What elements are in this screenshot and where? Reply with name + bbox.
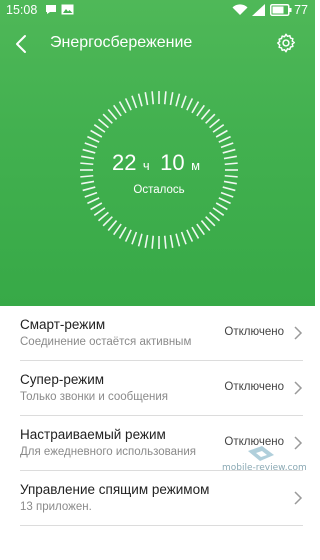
gauge-tick: [169, 92, 174, 106]
gauge-tick: [218, 135, 231, 143]
gauge-tick: [169, 234, 174, 248]
hours-unit: ч: [142, 158, 150, 173]
gauge-tick: [107, 108, 118, 120]
gauge-tick: [180, 231, 187, 245]
sleep-management-item[interactable]: Управление спящим режимом 13 приложен.: [20, 471, 303, 526]
gauge-tick: [215, 202, 228, 211]
mode-description: Для ежедневного использования: [20, 446, 197, 458]
gauge-tick: [124, 229, 132, 242]
wifi-icon: [232, 4, 248, 16]
gauge-tick: [113, 104, 122, 117]
hours-value: 22: [111, 150, 137, 175]
status-bar: 15:08 77: [0, 0, 315, 22]
gauge-tick: [205, 216, 216, 227]
gear-icon[interactable]: [275, 32, 297, 54]
mode-label: Настраиваемый режим: [20, 427, 166, 442]
remaining-caption: Осталось: [133, 184, 185, 196]
gauge-tick: [180, 95, 187, 109]
app-bar: Энергосбережение: [0, 22, 315, 66]
chevron-right-icon: [294, 326, 303, 340]
minutes-unit: м: [191, 158, 201, 173]
gauge-tick: [215, 129, 228, 138]
mode-status: Отключено: [224, 326, 284, 338]
gauge-tick: [87, 197, 100, 205]
gauge-tick: [212, 124, 225, 133]
mode-label: Управление спящим режимом: [20, 482, 210, 497]
minutes-value: 10: [160, 150, 185, 175]
gauge-tick: [144, 92, 149, 106]
gauge-tick: [196, 104, 205, 117]
chevron-right-icon: [294, 381, 303, 395]
gauge-tick: [93, 124, 106, 133]
gauge-tick: [124, 98, 132, 111]
gauge-tick: [175, 233, 181, 247]
gauge-tick: [186, 98, 194, 111]
mode-label: Смарт-режим: [20, 317, 106, 332]
gauge-tick: [186, 229, 194, 242]
gauge-tick: [93, 207, 106, 216]
gauge-tick: [163, 91, 167, 105]
gauge-tick: [212, 207, 225, 216]
image-icon: [61, 4, 74, 15]
chat-bubble-icon: [46, 5, 56, 14]
mode-label: Супер-режим: [20, 372, 105, 387]
gauge-tick: [175, 93, 181, 107]
gauge-tick: [118, 226, 127, 239]
chevron-right-icon: [294, 491, 303, 505]
gauge-tick: [220, 142, 234, 149]
watermark-text: mobile-review.com: [222, 463, 307, 473]
page-title: Энергосбережение: [50, 34, 193, 51]
gauge-tick: [131, 95, 138, 109]
gauge-tick: [151, 91, 155, 105]
battery-percent: 77: [294, 3, 308, 17]
gauge-tick: [137, 93, 143, 107]
gauge-tick: [191, 226, 200, 239]
gauge-tick: [209, 118, 221, 129]
gauge-tick: [102, 216, 113, 227]
gauge-tick: [209, 211, 221, 222]
super-mode-item[interactable]: Супер-режим Только звонки и сообщения От…: [20, 361, 303, 416]
signal-icon: [252, 4, 265, 16]
gauge-tick: [191, 101, 200, 114]
back-arrow-icon[interactable]: [10, 32, 34, 56]
gauge-tick: [196, 223, 205, 236]
mode-status: Отключено: [224, 381, 284, 393]
mode-description: 13 приложен.: [20, 501, 92, 513]
status-time: 15:08: [6, 3, 38, 17]
gauge-tick: [137, 233, 143, 247]
gauge-tick: [200, 108, 211, 120]
gauge-tick: [102, 113, 113, 124]
power-modes-list: Смарт-режим Соединение остаётся активным…: [0, 306, 315, 526]
gauge-tick: [97, 118, 109, 129]
gauge-tick: [144, 234, 149, 248]
smart-mode-item[interactable]: Смарт-режим Соединение остаётся активным…: [20, 306, 303, 361]
gauge-tick: [163, 235, 167, 249]
gauge-tick: [97, 211, 109, 222]
gauge-tick: [113, 223, 122, 236]
gauge-tick: [131, 231, 138, 245]
gauge-tick: [90, 129, 103, 138]
watermark: mobile-review.com: [222, 445, 312, 477]
gauge-tick: [118, 101, 127, 114]
gauge-tick: [151, 235, 155, 249]
mode-description: Соединение остаётся активным: [20, 336, 192, 348]
remaining-time: 22 ч 10 м Осталось: [77, 150, 241, 196]
gauge-tick: [218, 197, 231, 205]
gauge-tick: [107, 220, 118, 232]
watermark-logo-icon: [248, 446, 274, 461]
gauge-tick: [200, 220, 211, 232]
gauge-tick: [205, 113, 216, 124]
mode-description: Только звонки и сообщения: [20, 391, 168, 403]
gauge-tick: [84, 142, 98, 149]
gauge-tick: [87, 135, 100, 143]
battery-icon: [270, 4, 292, 16]
gauge-tick: [90, 202, 103, 211]
